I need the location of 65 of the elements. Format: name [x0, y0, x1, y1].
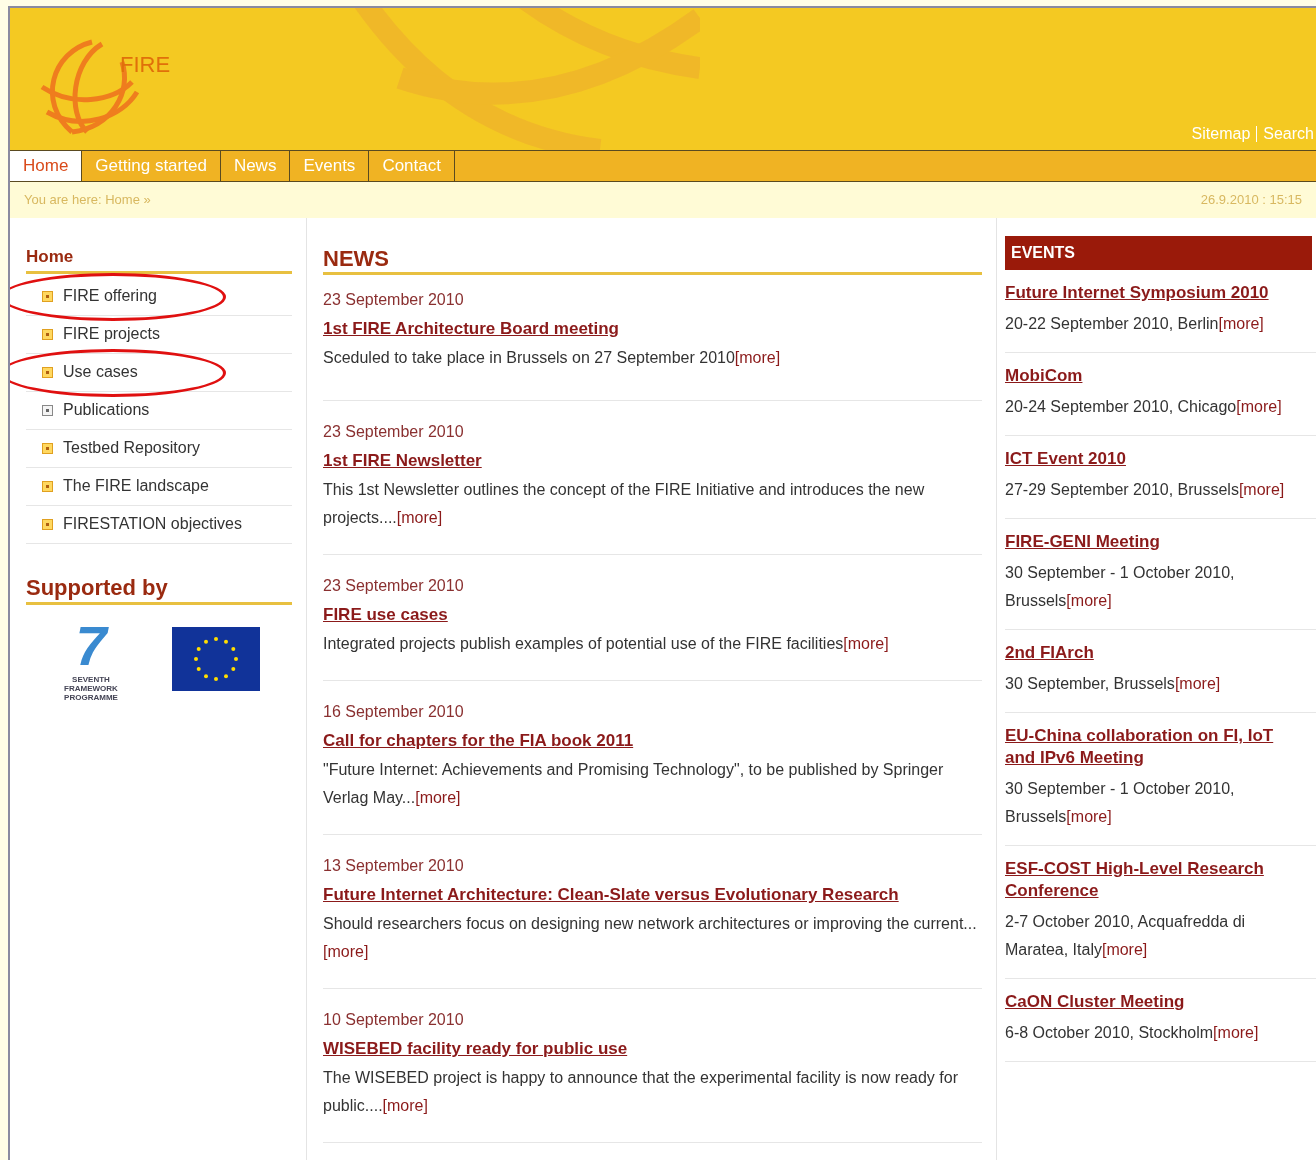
logo-numeral: 7 [75, 616, 107, 675]
more-link[interactable]: [more] [415, 789, 461, 806]
news-date: 23 September 2010 [323, 422, 465, 442]
event-details: 20-22 September 2010, Berlin[more] [1005, 314, 1265, 334]
event-title-link[interactable]: MobiCom [1005, 365, 1308, 387]
event-title-link[interactable]: FIRE-GENI Meeting [1005, 531, 1308, 553]
news-summary: The WISEBED project is happy to announce that the experimental facility is now ready for public....[more] [323, 1068, 959, 1116]
news-date: 10 September 2010 [323, 1010, 465, 1030]
event-details: 20-24 September 2010, Chicago[more] [1005, 397, 1283, 417]
news-date: 16 September 2010 [323, 702, 465, 722]
sidebar-link[interactable]: FIRE projects [63, 322, 160, 346]
sidebar-link[interactable]: FIRE offering [63, 284, 157, 308]
sidebar-link[interactable]: The FIRE landscape [63, 474, 209, 498]
event-details: 27-29 September 2010, Brussels[more] [1005, 480, 1286, 500]
news-title-link[interactable]: 1st FIRE Architecture Board meeting [323, 317, 982, 341]
section-title: EVENTS [1005, 236, 1312, 270]
date-time: 26.9.2010 : 15:15 [1200, 191, 1302, 210]
news-title-link[interactable]: FIRE use cases [323, 603, 982, 627]
event-title-link[interactable]: ESF-COST High-Level Research Conference [1005, 858, 1308, 902]
event-details: 30 September, Brussels[more] [1005, 674, 1222, 694]
sidebar-link[interactable]: Publications [63, 398, 150, 422]
news-title-link[interactable]: WISEBED facility ready for public use [323, 1037, 982, 1061]
sidebar-link[interactable]: Testbed Repository [63, 436, 200, 460]
breadcrumb: You are here: Home » [24, 191, 151, 210]
sidebar-link[interactable]: FIRESTATION objectives [63, 512, 242, 536]
logo-caption: SEVENTH FRAMEWORK PROGRAMME [63, 674, 119, 702]
section-title: NEWS [323, 246, 982, 275]
more-link[interactable]: [more] [734, 349, 781, 366]
more-link[interactable]: [more] [1066, 592, 1112, 609]
more-link[interactable]: [more] [1238, 481, 1285, 498]
more-link[interactable]: [more] [1236, 398, 1282, 415]
news-summary: Should researchers focus on designing new network architectures or improving the current... [more] [323, 914, 978, 962]
sidebar-title: Home [26, 244, 292, 274]
news-title-link[interactable]: 1st FIRE Newsletter [323, 449, 982, 473]
event-details: 2-7 October 2010, Acquafredda di Maratea, Italy[more] [1005, 912, 1247, 960]
more-link[interactable]: [more] [1213, 1024, 1259, 1041]
more-link[interactable]: [more] [843, 635, 889, 652]
more-link[interactable]: [more] [1218, 315, 1264, 332]
more-link[interactable]: [more] [1174, 675, 1221, 692]
event-details: 30 September - 1 October 2010, Brussels[more] [1005, 563, 1236, 611]
more-link[interactable]: [more] [323, 943, 369, 960]
news-summary: Sceduled to take place in Brussels on 27 September 2010[more] [323, 348, 782, 368]
more-link[interactable]: [more] [1101, 941, 1148, 958]
event-title-link[interactable]: EU-China collaboration on FI, IoT and IPv6 Meeting [1005, 725, 1308, 769]
logo-text: FIRE [120, 51, 171, 79]
event-title-link[interactable]: ICT Event 2010 [1005, 448, 1308, 470]
more-link[interactable]: [more] [382, 1097, 428, 1114]
news-summary: "Future Internet: Achievements and Promising Technology", to be published by Springer Verlag May...[more] [323, 760, 945, 808]
news-title-link[interactable]: Call for chapters for the FIA book 2011 [323, 729, 982, 753]
more-link[interactable]: [more] [396, 509, 443, 526]
more-link[interactable]: [more] [1066, 808, 1112, 825]
nav-tab[interactable]: Home [10, 151, 83, 181]
news-title-link[interactable]: Future Internet Architecture: Clean-Slate versus Evolutionary Research [323, 883, 982, 907]
sidebar-link[interactable]: Use cases [63, 360, 138, 384]
news-date: 13 September 2010 [323, 856, 465, 876]
section-title: Supported by [26, 573, 292, 605]
event-details: 30 September - 1 October 2010, Brussels[more] [1005, 779, 1236, 827]
event-title-link[interactable]: Future Internet Symposium 2010 [1005, 282, 1308, 304]
news-summary: Integrated projects publish examples of potential use of the FIRE facilities[more] [323, 634, 890, 654]
event-details: 6-8 October 2010, Stockholm[more] [1005, 1023, 1260, 1043]
news-date: 23 September 2010 [323, 290, 465, 310]
event-title-link[interactable]: CaON Cluster Meeting [1005, 991, 1308, 1013]
news-date: 23 September 2010 [323, 576, 465, 596]
news-summary: This 1st Newsletter outlines the concept of the FIRE Initiative and introduces the new projects....[more] [323, 480, 926, 528]
event-title-link[interactable]: 2nd FIArch [1005, 642, 1308, 664]
